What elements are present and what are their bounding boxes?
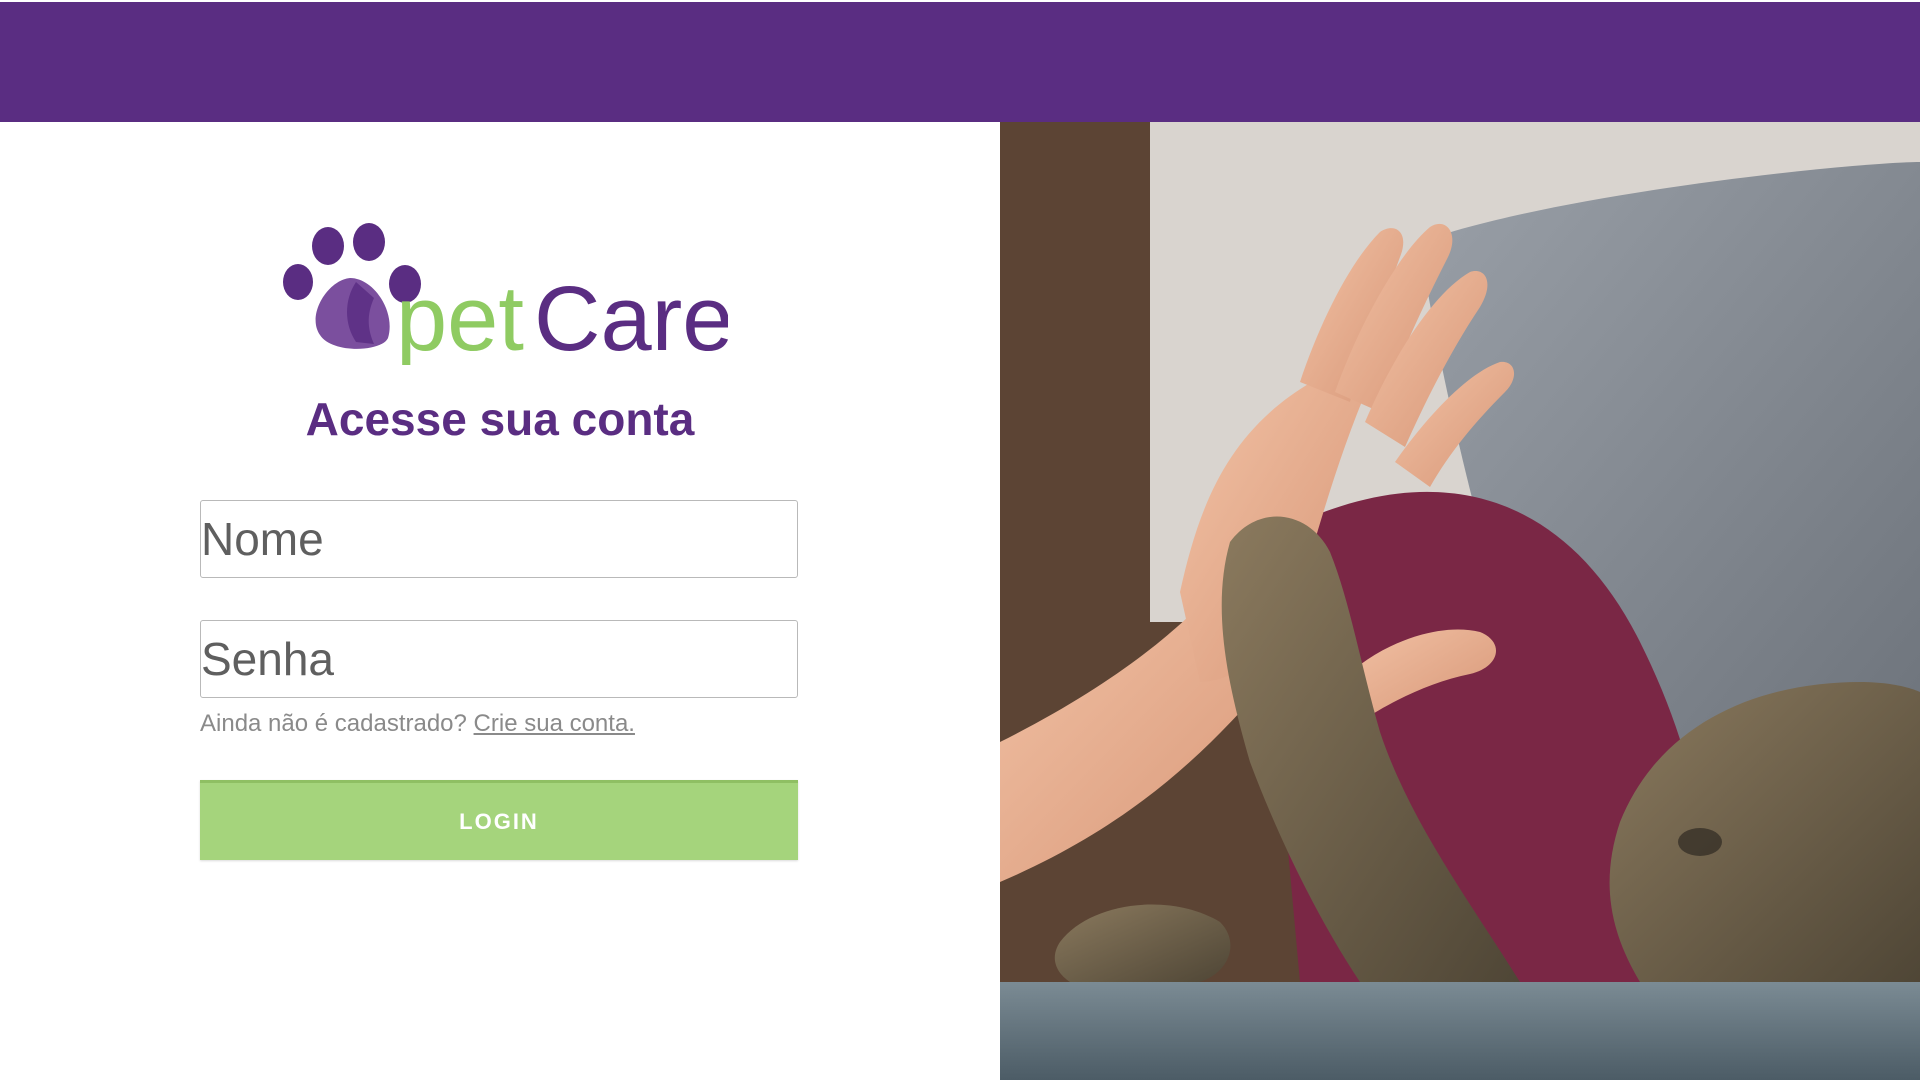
login-button[interactable]: LOGIN [200, 780, 798, 860]
top-header-bar [0, 2, 1920, 122]
petcare-logo: pet Care [278, 220, 728, 365]
signup-prompt: Ainda não é cadastrado? Crie sua conta. [200, 710, 635, 738]
signup-prompt-text: Ainda não é cadastrado? [200, 710, 467, 737]
svg-text:Care: Care [534, 268, 728, 365]
name-input[interactable] [200, 500, 798, 578]
svg-text:pet: pet [396, 268, 524, 365]
create-account-link[interactable]: Crie sua conta. [474, 710, 635, 737]
login-panel: pet Care Acesse sua conta Ainda não é ca… [0, 122, 1000, 1080]
page-title: Acesse sua conta [305, 393, 695, 445]
hero-photo [1000, 122, 1920, 1080]
password-input[interactable] [200, 620, 798, 698]
